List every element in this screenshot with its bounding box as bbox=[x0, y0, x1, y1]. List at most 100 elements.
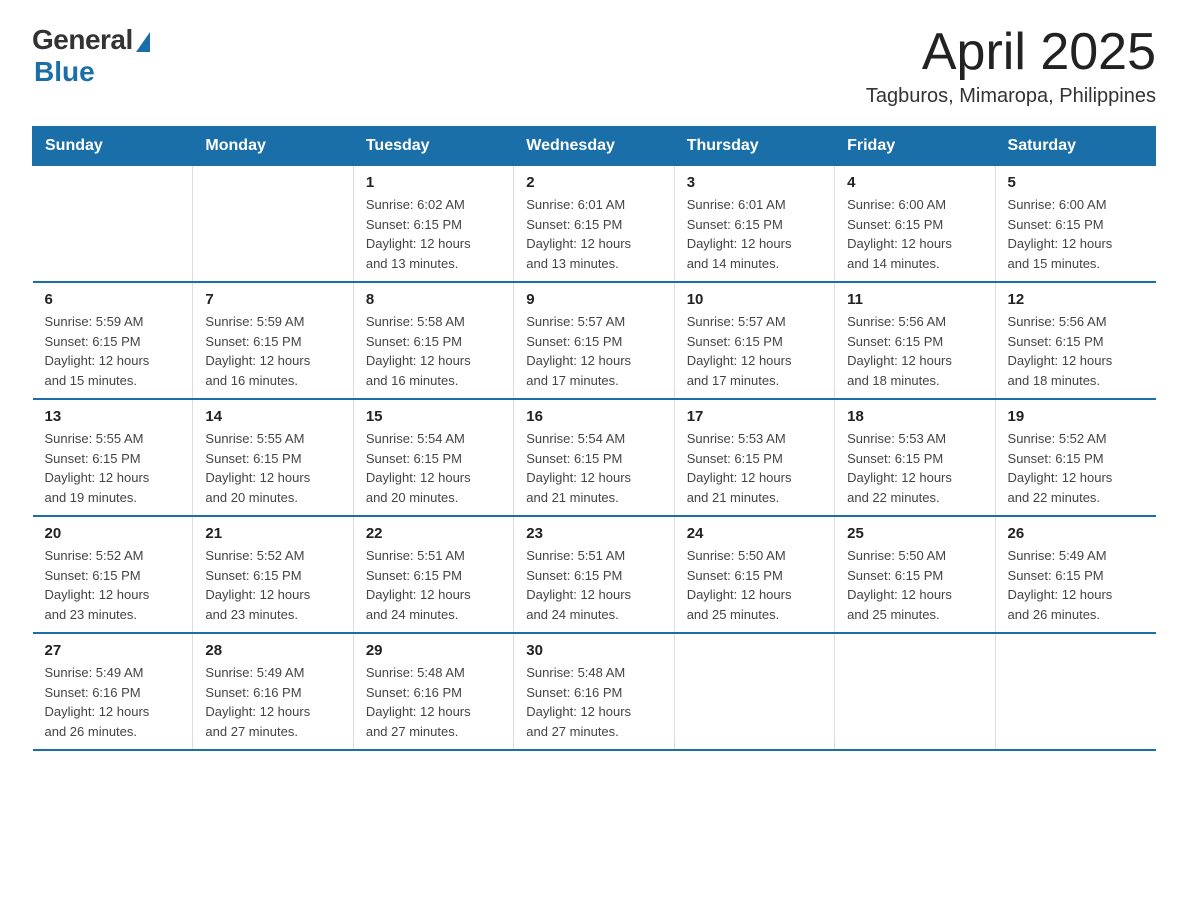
calendar-table: SundayMondayTuesdayWednesdayThursdayFrid… bbox=[32, 126, 1156, 751]
calendar-cell: 4 Sunrise: 6:00 AMSunset: 6:15 PMDaylight… bbox=[835, 166, 995, 283]
day-number: 21 bbox=[205, 525, 340, 542]
day-number: 30 bbox=[526, 642, 661, 659]
calendar-cell: 26 Sunrise: 5:49 AMSunset: 6:15 PMDayligh… bbox=[995, 516, 1155, 633]
logo-triangle-icon bbox=[136, 32, 150, 52]
calendar-cell: 25Sunrise: 5:50 AMSunset: 6:15 PMDayligh… bbox=[835, 516, 995, 633]
logo-general-text: General bbox=[32, 24, 133, 56]
title-block: April 2025 Tagburos, Mimaropa, Philippin… bbox=[866, 24, 1156, 108]
day-number: 24 bbox=[687, 525, 822, 542]
calendar-cell: 23Sunrise: 5:51 AMSunset: 6:15 PMDayligh… bbox=[514, 516, 674, 633]
day-info: Sunrise: 5:55 AMSunset: 6:15 PMDaylight:… bbox=[205, 429, 340, 507]
calendar-cell: 9Sunrise: 5:57 AMSunset: 6:15 PMDaylight… bbox=[514, 282, 674, 399]
header-sunday: Sunday bbox=[33, 127, 193, 166]
calendar-cell: 11 Sunrise: 5:56 AMSunset: 6:15 PMDayligh… bbox=[835, 282, 995, 399]
day-number: 5 bbox=[1008, 174, 1144, 191]
calendar-cell: 16 Sunrise: 5:54 AMSunset: 6:15 PMDayligh… bbox=[514, 399, 674, 516]
day-number: 6 bbox=[45, 291, 181, 308]
day-number: 26 bbox=[1008, 525, 1144, 542]
header-row: SundayMondayTuesdayWednesdayThursdayFrid… bbox=[33, 127, 1156, 166]
day-info: Sunrise: 6:00 AMSunset: 6:15 PMDaylight:… bbox=[847, 195, 982, 273]
day-number: 3 bbox=[687, 174, 822, 191]
calendar-cell: 20 Sunrise: 5:52 AMSunset: 6:15 PMDayligh… bbox=[33, 516, 193, 633]
day-number: 18 bbox=[847, 408, 982, 425]
logo: General Blue bbox=[32, 24, 150, 88]
calendar-cell: 19 Sunrise: 5:52 AMSunset: 6:15 PMDayligh… bbox=[995, 399, 1155, 516]
day-number: 4 bbox=[847, 174, 982, 191]
day-info: Sunrise: 6:02 AMSunset: 6:15 PMDaylight:… bbox=[366, 195, 501, 273]
day-info: Sunrise: 5:57 AMSunset: 6:15 PMDaylight:… bbox=[687, 312, 822, 390]
calendar-cell bbox=[835, 633, 995, 750]
day-number: 28 bbox=[205, 642, 340, 659]
day-info: Sunrise: 5:59 AMSunset: 6:15 PMDaylight:… bbox=[45, 312, 181, 390]
day-info: Sunrise: 5:54 AMSunset: 6:15 PMDaylight:… bbox=[526, 429, 661, 507]
calendar-cell: 6 Sunrise: 5:59 AMSunset: 6:15 PMDaylight… bbox=[33, 282, 193, 399]
week-row-5: 27 Sunrise: 5:49 AMSunset: 6:16 PMDayligh… bbox=[33, 633, 1156, 750]
day-info: Sunrise: 5:54 AMSunset: 6:15 PMDaylight:… bbox=[366, 429, 501, 507]
day-info: Sunrise: 5:49 AMSunset: 6:16 PMDaylight:… bbox=[45, 663, 181, 741]
day-number: 2 bbox=[526, 174, 661, 191]
day-info: Sunrise: 5:56 AMSunset: 6:15 PMDaylight:… bbox=[1008, 312, 1144, 390]
day-info: Sunrise: 6:00 AMSunset: 6:15 PMDaylight:… bbox=[1008, 195, 1144, 273]
day-number: 25 bbox=[847, 525, 982, 542]
day-info: Sunrise: 5:48 AMSunset: 6:16 PMDaylight:… bbox=[366, 663, 501, 741]
calendar-cell: 8Sunrise: 5:58 AMSunset: 6:15 PMDaylight… bbox=[353, 282, 513, 399]
header-wednesday: Wednesday bbox=[514, 127, 674, 166]
day-info: Sunrise: 5:51 AMSunset: 6:15 PMDaylight:… bbox=[366, 546, 501, 624]
calendar-cell: 17Sunrise: 5:53 AMSunset: 6:15 PMDayligh… bbox=[674, 399, 834, 516]
day-info: Sunrise: 5:57 AMSunset: 6:15 PMDaylight:… bbox=[526, 312, 661, 390]
day-info: Sunrise: 5:49 AMSunset: 6:15 PMDaylight:… bbox=[1008, 546, 1144, 624]
day-info: Sunrise: 5:52 AMSunset: 6:15 PMDaylight:… bbox=[1008, 429, 1144, 507]
day-info: Sunrise: 5:52 AMSunset: 6:15 PMDaylight:… bbox=[205, 546, 340, 624]
calendar-cell: 22 Sunrise: 5:51 AMSunset: 6:15 PMDayligh… bbox=[353, 516, 513, 633]
day-info: Sunrise: 5:55 AMSunset: 6:15 PMDaylight:… bbox=[45, 429, 181, 507]
day-info: Sunrise: 6:01 AMSunset: 6:15 PMDaylight:… bbox=[526, 195, 661, 273]
calendar-cell: 24Sunrise: 5:50 AMSunset: 6:15 PMDayligh… bbox=[674, 516, 834, 633]
day-info: Sunrise: 5:49 AMSunset: 6:16 PMDaylight:… bbox=[205, 663, 340, 741]
calendar-header: SundayMondayTuesdayWednesdayThursdayFrid… bbox=[33, 127, 1156, 166]
day-number: 23 bbox=[526, 525, 661, 542]
calendar-cell: 7Sunrise: 5:59 AMSunset: 6:15 PMDaylight… bbox=[193, 282, 353, 399]
calendar-cell: 15Sunrise: 5:54 AMSunset: 6:15 PMDayligh… bbox=[353, 399, 513, 516]
calendar-cell: 29 Sunrise: 5:48 AMSunset: 6:16 PMDayligh… bbox=[353, 633, 513, 750]
week-row-1: 1Sunrise: 6:02 AMSunset: 6:15 PMDaylight… bbox=[33, 166, 1156, 283]
day-number: 20 bbox=[45, 525, 181, 542]
calendar-cell: 28 Sunrise: 5:49 AMSunset: 6:16 PMDayligh… bbox=[193, 633, 353, 750]
day-info: Sunrise: 5:53 AMSunset: 6:15 PMDaylight:… bbox=[687, 429, 822, 507]
calendar-cell: 18 Sunrise: 5:53 AMSunset: 6:15 PMDayligh… bbox=[835, 399, 995, 516]
calendar-body: 1Sunrise: 6:02 AMSunset: 6:15 PMDaylight… bbox=[33, 166, 1156, 751]
page-header: General Blue April 2025 Tagburos, Mimaro… bbox=[32, 24, 1156, 108]
day-number: 13 bbox=[45, 408, 181, 425]
calendar-cell: 27 Sunrise: 5:49 AMSunset: 6:16 PMDayligh… bbox=[33, 633, 193, 750]
day-info: Sunrise: 6:01 AMSunset: 6:15 PMDaylight:… bbox=[687, 195, 822, 273]
day-number: 29 bbox=[366, 642, 501, 659]
day-number: 10 bbox=[687, 291, 822, 308]
calendar-cell: 21 Sunrise: 5:52 AMSunset: 6:15 PMDayligh… bbox=[193, 516, 353, 633]
day-number: 27 bbox=[45, 642, 181, 659]
calendar-cell: 10 Sunrise: 5:57 AMSunset: 6:15 PMDayligh… bbox=[674, 282, 834, 399]
month-title: April 2025 bbox=[866, 24, 1156, 81]
calendar-cell: 13 Sunrise: 5:55 AMSunset: 6:15 PMDayligh… bbox=[33, 399, 193, 516]
day-number: 14 bbox=[205, 408, 340, 425]
calendar-cell: 5 Sunrise: 6:00 AMSunset: 6:15 PMDaylight… bbox=[995, 166, 1155, 283]
day-info: Sunrise: 5:56 AMSunset: 6:15 PMDaylight:… bbox=[847, 312, 982, 390]
header-thursday: Thursday bbox=[674, 127, 834, 166]
calendar-cell bbox=[995, 633, 1155, 750]
header-friday: Friday bbox=[835, 127, 995, 166]
week-row-4: 20 Sunrise: 5:52 AMSunset: 6:15 PMDayligh… bbox=[33, 516, 1156, 633]
day-number: 16 bbox=[526, 408, 661, 425]
header-saturday: Saturday bbox=[995, 127, 1155, 166]
day-info: Sunrise: 5:52 AMSunset: 6:15 PMDaylight:… bbox=[45, 546, 181, 624]
day-info: Sunrise: 5:59 AMSunset: 6:15 PMDaylight:… bbox=[205, 312, 340, 390]
logo-blue-text: Blue bbox=[34, 56, 95, 88]
calendar-cell bbox=[33, 166, 193, 283]
week-row-2: 6 Sunrise: 5:59 AMSunset: 6:15 PMDaylight… bbox=[33, 282, 1156, 399]
calendar-cell: 1Sunrise: 6:02 AMSunset: 6:15 PMDaylight… bbox=[353, 166, 513, 283]
day-info: Sunrise: 5:48 AMSunset: 6:16 PMDaylight:… bbox=[526, 663, 661, 741]
day-info: Sunrise: 5:53 AMSunset: 6:15 PMDaylight:… bbox=[847, 429, 982, 507]
header-tuesday: Tuesday bbox=[353, 127, 513, 166]
day-number: 19 bbox=[1008, 408, 1144, 425]
calendar-cell: 30 Sunrise: 5:48 AMSunset: 6:16 PMDayligh… bbox=[514, 633, 674, 750]
day-number: 22 bbox=[366, 525, 501, 542]
calendar-cell bbox=[674, 633, 834, 750]
day-number: 11 bbox=[847, 291, 982, 308]
